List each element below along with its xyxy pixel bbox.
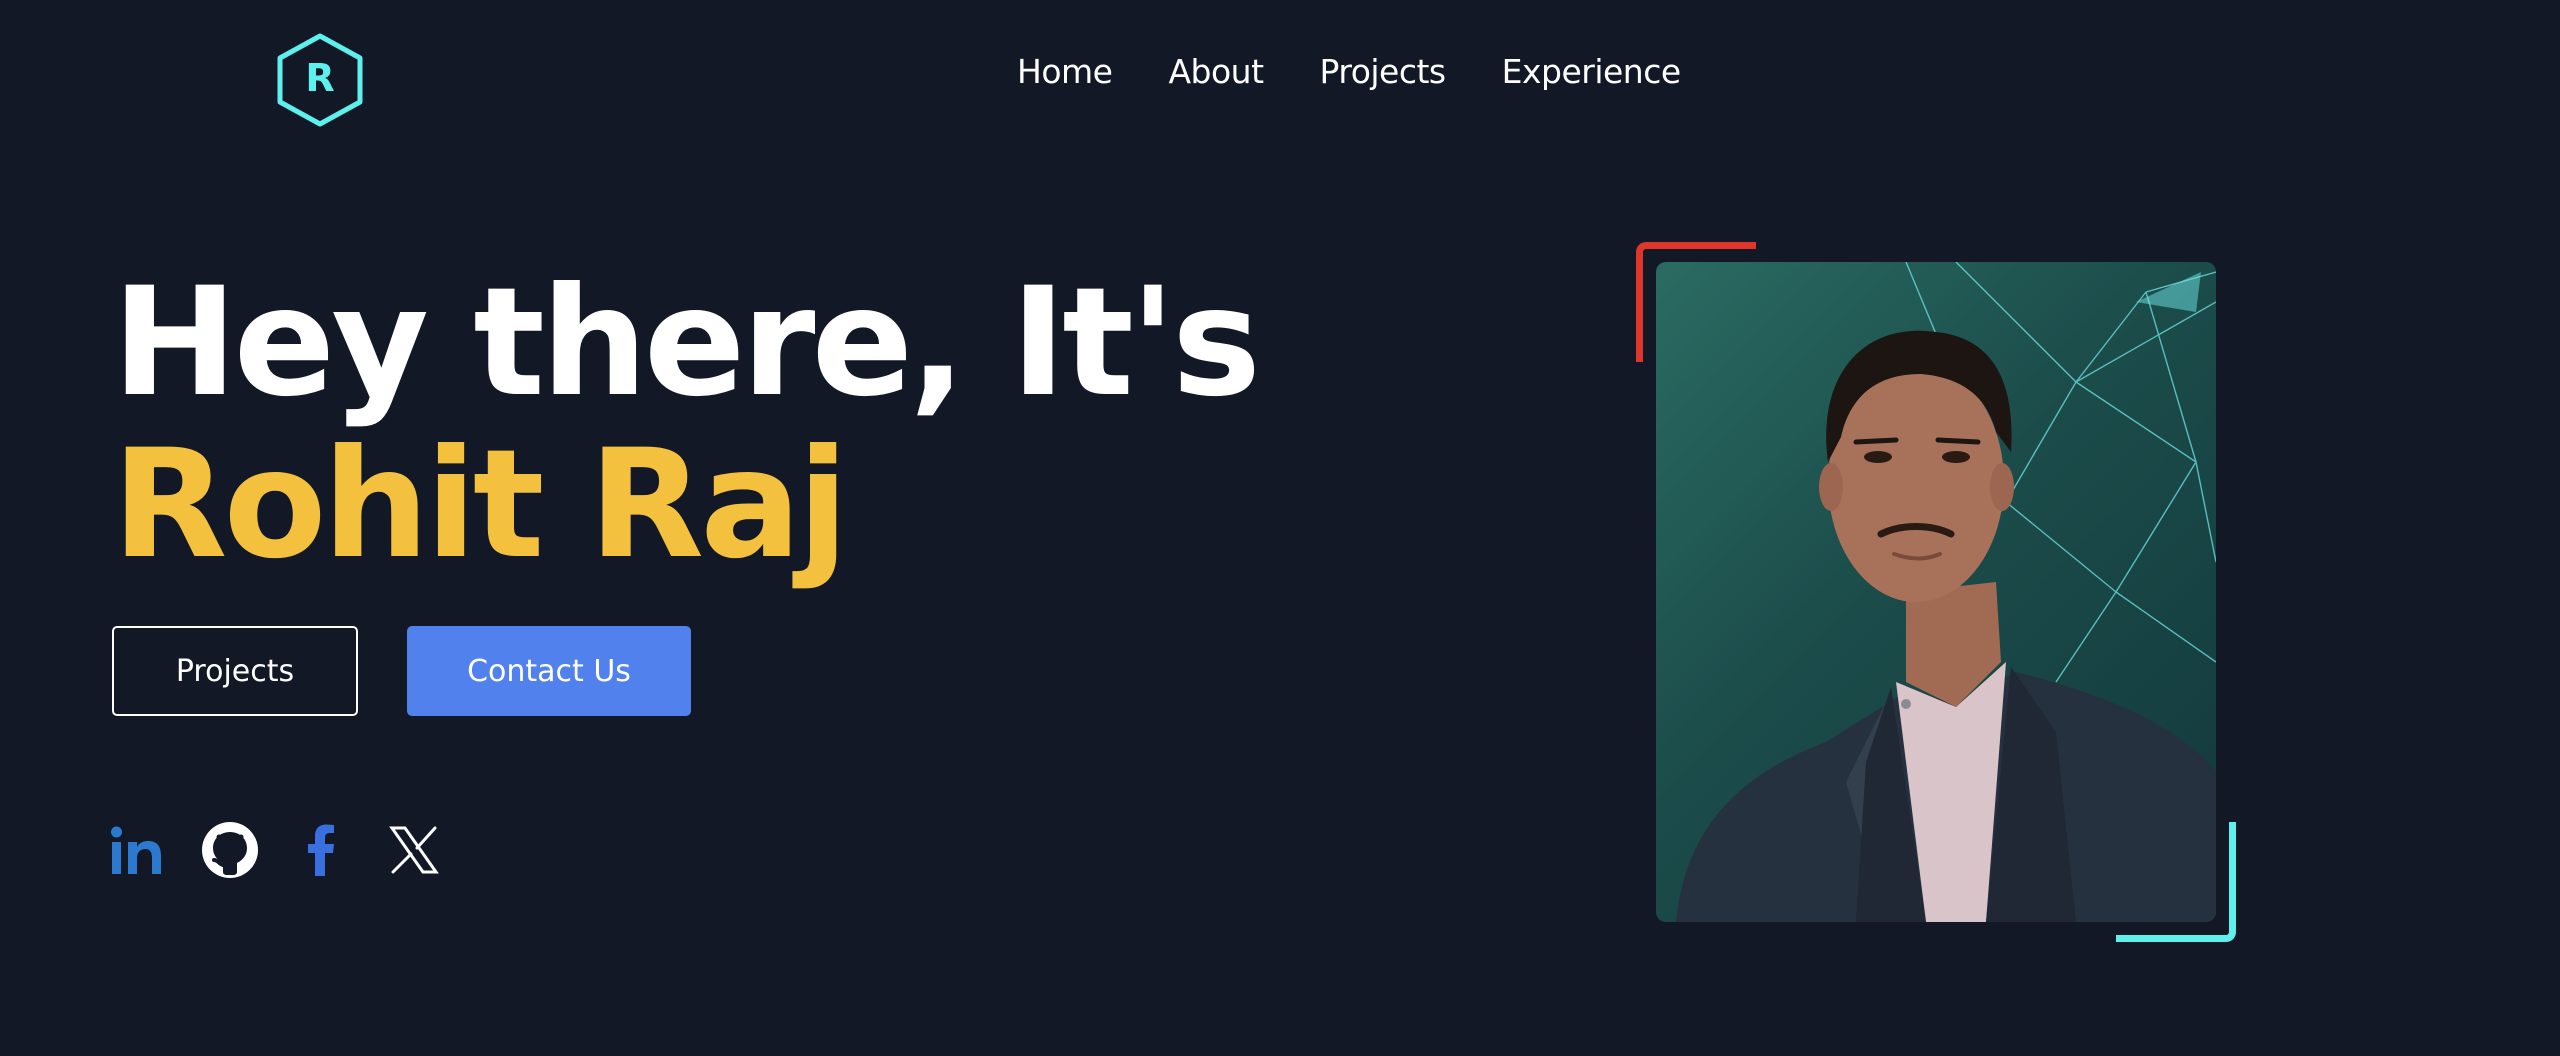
- decorative-corner-cyan: [2116, 822, 2236, 942]
- linkedin-icon[interactable]: [108, 820, 168, 880]
- social-links: [108, 820, 444, 880]
- nav-projects[interactable]: Projects: [1320, 52, 1447, 91]
- page: R Home About Projects Experience Hey the…: [0, 0, 2560, 1056]
- facebook-icon[interactable]: [292, 820, 352, 880]
- hero-name: Rohit Raj: [112, 418, 849, 592]
- main-nav: Home About Projects Experience: [1017, 52, 1681, 91]
- projects-button[interactable]: Projects: [112, 626, 358, 716]
- hero-greeting: Hey there, It's: [112, 256, 1261, 430]
- x-twitter-icon[interactable]: [384, 820, 444, 880]
- nav-home[interactable]: Home: [1017, 52, 1113, 91]
- nav-experience[interactable]: Experience: [1502, 52, 1682, 91]
- contact-us-button[interactable]: Contact Us: [407, 626, 691, 716]
- nav-about[interactable]: About: [1168, 52, 1264, 91]
- logo-letter: R: [305, 56, 335, 100]
- github-icon[interactable]: [200, 820, 260, 880]
- logo[interactable]: R: [274, 32, 366, 128]
